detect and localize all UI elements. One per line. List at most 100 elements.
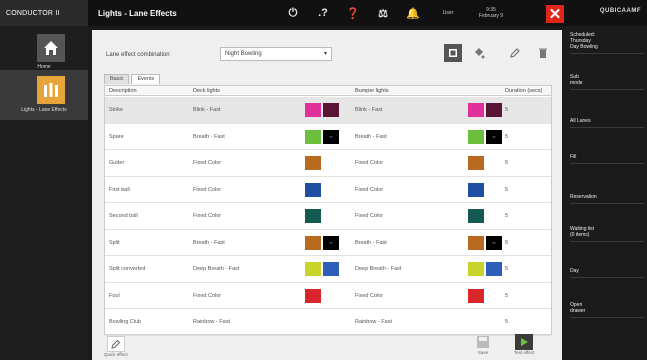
right-menu-item[interactable]: Reservation	[570, 194, 644, 204]
close-button[interactable]: ✕	[546, 5, 564, 23]
col-deck-lights[interactable]: Deck lights	[193, 88, 220, 94]
cell-duration: 5	[505, 292, 509, 299]
deck-color-swatch[interactable]	[305, 288, 321, 303]
table-row[interactable]: Spare Breath - Fast Breath - Fast 5 ⇔ ⇔	[105, 124, 551, 150]
cell-bumper-effect: Rainbow - Fast	[355, 319, 392, 325]
deck-color-swatch[interactable]	[305, 156, 321, 170]
table-row[interactable]: Foul Fixed Color Fixed Color 5	[105, 283, 551, 309]
quick-effect-button[interactable]: Quick effect	[104, 336, 128, 357]
bumper-color-swatch[interactable]	[468, 129, 484, 144]
cell-deck-effect: Fixed Color	[193, 292, 222, 299]
brand-logo: QUBICAAMF	[599, 8, 641, 14]
delete-button[interactable]	[534, 44, 552, 62]
cell-duration: 5	[505, 186, 509, 193]
app-brand: CONDUCTOR II	[0, 0, 88, 26]
bumper-color-swatch[interactable]	[468, 262, 484, 276]
cell-deck-effect: Deep Breath - Fast	[193, 266, 240, 272]
deck-color-swatch[interactable]: ⇔	[323, 235, 339, 250]
test-effect-button[interactable]: Test effect	[514, 334, 534, 355]
paint-button[interactable]	[470, 44, 488, 62]
scale-icon[interactable]: ⚖	[368, 7, 398, 20]
quick-effect-label: Quick effect	[104, 352, 128, 357]
right-menu-item[interactable]: Scheduled: Thursday Day Bowling	[570, 32, 644, 54]
col-bumper-lights[interactable]: Bumper lights	[355, 88, 389, 94]
col-duration[interactable]: Duration (secs)	[505, 88, 542, 94]
table-row[interactable]: Second ball Fixed Color Fixed Color 5	[105, 203, 551, 230]
table-row[interactable]: Split Breath - Fast Breath - Fast 5 ⇔ ⇔	[105, 230, 551, 256]
main-panel: Lane effect combination Night Bowling ▾ …	[92, 30, 562, 360]
cell-bumper-effect: Breath - Fast	[355, 239, 387, 246]
right-menu-item[interactable]: Sub mode	[570, 74, 644, 90]
cell-duration: 5	[505, 213, 509, 219]
cell-description: Bowling Club	[109, 319, 142, 325]
cell-deck-effect: Breath - Fast	[193, 133, 225, 140]
help-question-icon[interactable]: .?	[308, 7, 338, 19]
table-row[interactable]: Strike Blink - Fast Blink - Fast 5	[105, 97, 551, 124]
cell-description: Split converted	[109, 266, 146, 272]
deck-color-swatch[interactable]	[305, 209, 321, 223]
save-label: Save	[477, 350, 489, 355]
combo-label: Lane effect combination	[106, 52, 170, 58]
deck-color-swatch[interactable]	[323, 262, 339, 276]
bumper-color-swatch[interactable]	[468, 182, 484, 197]
cell-bumper-effect: Fixed Color	[355, 186, 384, 193]
deck-color-swatch[interactable]	[305, 103, 321, 117]
add-button[interactable]	[444, 44, 462, 62]
combo-value: Night Bowling	[225, 51, 262, 57]
table-row[interactable]: First ball Fixed Color Fixed Color 5	[105, 177, 551, 203]
bumper-color-swatch[interactable]	[486, 103, 502, 117]
info-icon[interactable]: ❓	[338, 7, 368, 20]
deck-color-swatch[interactable]	[305, 182, 321, 197]
bumper-color-swatch[interactable]	[468, 235, 484, 250]
lane-effect-combo-select[interactable]: Night Bowling ▾	[220, 47, 332, 61]
cell-bumper-effect: Fixed Color	[355, 160, 384, 166]
col-description[interactable]: Description	[109, 88, 137, 94]
power-icon[interactable]: ⏻	[278, 7, 308, 20]
sidebar-item-lights[interactable]	[37, 76, 65, 104]
bumper-color-swatch[interactable]	[468, 209, 484, 223]
table-row[interactable]: Bowling Club Rainbow - Fast Rainbow - Fast…	[105, 309, 551, 336]
lights-icon	[44, 83, 58, 97]
bumper-color-swatch[interactable]	[486, 262, 502, 276]
cell-duration: 5	[505, 266, 509, 272]
user-label[interactable]: User	[428, 10, 468, 16]
right-menu-item[interactable]: Open drawer	[570, 302, 644, 318]
play-icon	[515, 334, 534, 350]
right-menu-item[interactable]: Waiting list (0 items)	[570, 226, 644, 242]
tab-basic[interactable]: Basic	[104, 74, 130, 84]
cell-description: Spare	[109, 133, 124, 140]
cell-description: Second ball	[109, 213, 138, 219]
cell-description: First ball	[109, 186, 130, 193]
table-row[interactable]: Gutter Fixed Color Fixed Color 5	[105, 150, 551, 177]
bumper-color-swatch[interactable]	[468, 288, 484, 303]
delete-icon	[539, 48, 547, 58]
deck-color-swatch[interactable]	[305, 129, 321, 144]
save-icon	[474, 334, 492, 350]
edit-button[interactable]	[506, 44, 524, 62]
pencil-icon	[106, 336, 125, 352]
add-icon	[449, 49, 457, 57]
cell-bumper-effect: Blink - Fast	[355, 107, 383, 113]
cell-deck-effect: Blink - Fast	[193, 107, 221, 113]
right-menu-item[interactable]: Fill	[570, 154, 644, 164]
right-menu-item[interactable]: Day	[570, 268, 644, 278]
right-menu-item[interactable]: All Lanes	[570, 118, 644, 128]
home-icon	[44, 41, 58, 55]
sidebar-item-home[interactable]	[37, 34, 65, 62]
bumper-color-swatch[interactable]	[468, 156, 484, 170]
bumper-color-swatch[interactable]	[468, 103, 484, 117]
deck-color-swatch[interactable]	[305, 262, 321, 276]
tab-events[interactable]: Events	[131, 74, 161, 84]
bumper-color-swatch[interactable]: ⇔	[486, 129, 502, 144]
deck-color-swatch[interactable]: ⇔	[323, 129, 339, 144]
cell-duration: 5	[505, 319, 509, 325]
tab-bar: Basic Events	[104, 74, 162, 84]
deck-color-swatch[interactable]	[323, 103, 339, 117]
cell-description: Strike	[109, 107, 124, 113]
bell-icon[interactable]: 🔔	[398, 7, 428, 20]
test-effect-label: Test effect	[514, 350, 535, 355]
table-row[interactable]: Split converted Deep Breath - Fast Deep Br…	[105, 256, 551, 283]
bumper-color-swatch[interactable]: ⇔	[486, 235, 502, 250]
deck-color-swatch[interactable]	[305, 235, 321, 250]
save-button[interactable]: Save	[474, 334, 492, 355]
